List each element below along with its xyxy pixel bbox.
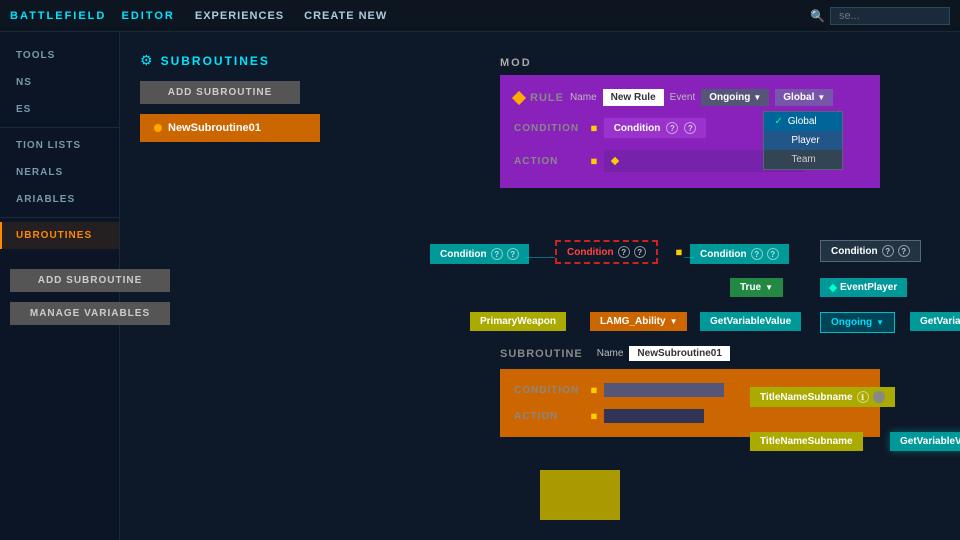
info-c3-2: ?	[767, 248, 779, 260]
check-icon: ✓	[774, 116, 782, 127]
search-area: 🔍	[810, 7, 950, 25]
canvas-area: ⚙ SUBROUTINES ADD SUBROUTINE NewSubrouti…	[120, 32, 960, 540]
info-c2-1: ?	[618, 246, 630, 258]
info-c3-1: ?	[751, 248, 763, 260]
rule-label-text: RULE	[530, 92, 564, 104]
mod-block: MOD RULE Name New Rule Event Ongoing ▼	[500, 57, 880, 188]
global-option-global[interactable]: ✓ Global	[764, 112, 842, 131]
top-nav: BATTLEFIELD EDITOR EXPERIENCES CREATE NE…	[0, 0, 960, 32]
sidebar-item-ariables[interactable]: ARIABLES	[0, 186, 119, 213]
search-input[interactable]	[830, 7, 950, 25]
sidebar: TOOLS NS ES TION LISTS NERALS ARIABLES U…	[0, 32, 120, 540]
event-player-dot	[829, 283, 837, 291]
connector-line-1	[525, 257, 555, 258]
sidebar-item-tools[interactable]: TOOLS	[0, 42, 119, 69]
sub-name-input[interactable]: NewSubroutine01	[629, 346, 729, 361]
ongoing1-arrow-icon: ▼	[876, 318, 884, 327]
mod-label: MOD	[500, 57, 880, 69]
title-sub1-dot	[873, 391, 885, 403]
sub-condition-label: CONDITION	[514, 385, 584, 396]
sidebar-item-tion-lists[interactable]: TION LISTS	[0, 132, 119, 159]
action-label: ACTION	[514, 156, 584, 167]
nav-create-new[interactable]: CREATE NEW	[304, 10, 387, 22]
sub-name-label: Name	[597, 348, 624, 359]
global-dropdown-container: Global ▼ ✓ Global Player	[775, 89, 833, 106]
condition-node-2[interactable]: Condition ? ?	[555, 240, 658, 264]
subroutine-name: NewSubroutine01	[168, 122, 261, 134]
lamg-arrow-icon: ▼	[670, 317, 678, 326]
primary-weapon-node[interactable]: PrimaryWeapon	[470, 312, 566, 331]
sub-condition-connector: ◆	[587, 383, 600, 396]
yellow-bottom-block	[540, 470, 620, 520]
manage-variables-btn[interactable]: MANAGE VARIABLES	[10, 302, 170, 325]
condition-node-3[interactable]: Condition ? ?	[690, 244, 789, 264]
info-c4-2: ?	[898, 245, 910, 257]
event-player-node[interactable]: EventPlayer	[820, 278, 907, 297]
add-subroutine-panel-btn[interactable]: ADD SUBROUTINE	[140, 81, 300, 104]
sub-label-text: SUBROUTINE	[500, 348, 583, 360]
lamg-node[interactable]: LAMG_Ability ▼	[590, 312, 687, 331]
sidebar-item-ns[interactable]: NS	[0, 69, 119, 96]
rule-row: RULE Name New Rule Event Ongoing ▼ Globa…	[514, 85, 866, 110]
condition-node-4[interactable]: Condition ? ?	[820, 240, 921, 262]
title-sub-node-1[interactable]: TitleNameSubname ℹ	[750, 387, 895, 407]
subroutine-dot	[154, 124, 162, 132]
subroutines-panel: ⚙ SUBROUTINES ADD SUBROUTINE NewSubrouti…	[140, 52, 360, 142]
panel-header: ⚙ SUBROUTINES	[140, 52, 360, 69]
workspace: MOD RULE Name New Rule Event Ongoing ▼	[370, 42, 960, 540]
panel-title: SUBROUTINES	[161, 54, 270, 68]
sub-action-connector: ◆	[587, 409, 600, 422]
info-icon-2: ?	[684, 122, 696, 134]
condition-label: CONDITION	[514, 123, 584, 134]
global-dropdown-menu: ✓ Global Player Team	[763, 111, 843, 170]
subroutine-item[interactable]: NewSubroutine01	[140, 114, 320, 142]
sub-action-label: ACTION	[514, 411, 584, 422]
event-dropdown[interactable]: Ongoing ▼	[701, 89, 769, 106]
dropdown-arrow-icon: ▼	[753, 93, 761, 102]
app-logo: BATTLEFIELD EDITOR	[10, 10, 175, 22]
title-sub1-info: ℹ	[857, 391, 869, 403]
sidebar-item-es[interactable]: ES	[0, 96, 119, 123]
info-c1-1: ?	[491, 248, 503, 260]
info-icon-1: ?	[666, 122, 678, 134]
connector-line-2	[684, 257, 694, 258]
rule-diamond	[512, 90, 526, 104]
info-c2-2: ?	[634, 246, 646, 258]
sidebar-item-ubroutines[interactable]: UBROUTINES	[0, 222, 119, 249]
true-arrow-icon: ▼	[765, 283, 773, 292]
sub-action-bar	[604, 409, 704, 423]
search-icon: 🔍	[810, 9, 825, 23]
subroutines-icon: ⚙	[140, 52, 153, 69]
global-arrow-icon: ▼	[817, 93, 825, 102]
sub-header: SUBROUTINE Name NewSubroutine01	[500, 342, 880, 365]
nav-experiences[interactable]: EXPERIENCES	[195, 10, 284, 22]
sub-condition-bar	[604, 383, 724, 397]
add-subroutine-sidebar-btn[interactable]: ADD SUBROUTINE	[10, 269, 170, 292]
info-c1-2: ?	[507, 248, 519, 260]
info-c4-1: ?	[882, 245, 894, 257]
title-sub-node-2[interactable]: TitleNameSubname	[750, 432, 863, 451]
rule-name-input[interactable]: New Rule	[603, 89, 664, 106]
sidebar-item-nerals[interactable]: NERALS	[0, 159, 119, 186]
name-label: Name	[570, 92, 597, 103]
true-btn-node[interactable]: True ▼	[730, 278, 783, 297]
get-var-node-2[interactable]: GetVariableValue	[910, 312, 960, 331]
get-var-node-1[interactable]: GetVariableValue	[700, 312, 801, 331]
event-label: Event	[670, 92, 696, 103]
condition-connector-icon: ◆	[587, 121, 600, 134]
condition-node-1[interactable]: Condition ? ?	[430, 244, 529, 264]
global-option-team[interactable]: Team	[764, 150, 842, 169]
action-dot	[610, 157, 618, 165]
condition-pill[interactable]: Condition ? ?	[604, 118, 707, 138]
ongoing-node-1[interactable]: Ongoing ▼	[820, 312, 895, 333]
global-dropdown-btn[interactable]: Global ▼	[775, 89, 833, 106]
action-connector-icon: ◆	[587, 154, 600, 167]
get-var-node-3[interactable]: GetVariableValue	[890, 432, 960, 451]
global-option-player[interactable]: Player	[764, 131, 842, 150]
